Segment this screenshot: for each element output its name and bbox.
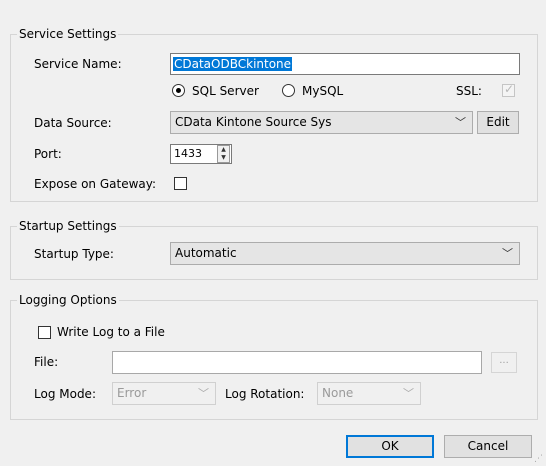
port-input[interactable]: 1433 ▲ ▼ bbox=[170, 144, 232, 164]
sql-server-label[interactable]: SQL Server bbox=[192, 84, 259, 98]
startup-settings-title: Startup Settings bbox=[17, 219, 119, 233]
chevron-down-icon: ﹀ bbox=[403, 387, 414, 400]
service-name-label: Service Name: bbox=[34, 57, 122, 71]
data-source-label: Data Source: bbox=[34, 116, 112, 130]
startup-type-select[interactable]: Automatic ﹀ bbox=[170, 242, 520, 265]
checkmark-icon: ✓ bbox=[504, 82, 515, 96]
expose-gateway-checkbox[interactable] bbox=[174, 177, 187, 190]
log-rotation-select[interactable]: None ﹀ bbox=[317, 382, 421, 405]
expose-gateway-label: Expose on Gateway: bbox=[34, 177, 157, 191]
startup-type-value: Automatic bbox=[175, 246, 237, 260]
log-rotation-label: Log Rotation: bbox=[225, 387, 305, 401]
browse-button[interactable]: ... bbox=[491, 352, 517, 373]
port-value: 1433 bbox=[174, 147, 202, 160]
chevron-down-icon: ﹀ bbox=[502, 247, 513, 260]
file-input[interactable] bbox=[112, 351, 482, 374]
data-source-value: CData Kintone Source Sys bbox=[175, 115, 332, 129]
service-name-input[interactable]: CDataODBCkintone bbox=[170, 53, 520, 75]
triangle-up-icon[interactable]: ▲ bbox=[218, 146, 229, 154]
write-log-checkbox[interactable] bbox=[38, 326, 51, 339]
sql-server-radio[interactable] bbox=[172, 84, 185, 97]
port-label: Port: bbox=[34, 147, 62, 161]
service-settings-dialog: { "service_settings": { "title": "Servic… bbox=[0, 0, 546, 466]
logging-options-title: Logging Options bbox=[17, 293, 119, 307]
cancel-button[interactable]: Cancel bbox=[444, 435, 532, 458]
resize-grip-icon[interactable]: ⋰ bbox=[534, 454, 544, 464]
service-name-value: CDataODBCkintone bbox=[173, 57, 293, 71]
file-label: File: bbox=[34, 355, 59, 369]
ssl-checkbox[interactable]: ✓ bbox=[502, 82, 515, 97]
mysql-label[interactable]: MySQL bbox=[302, 84, 343, 98]
ok-button[interactable]: OK bbox=[346, 435, 434, 458]
log-mode-select[interactable]: Error ﹀ bbox=[112, 382, 216, 405]
triangle-down-icon[interactable]: ▼ bbox=[218, 154, 229, 162]
service-settings-title: Service Settings bbox=[17, 27, 119, 41]
log-mode-value: Error bbox=[117, 386, 147, 400]
mysql-radio[interactable] bbox=[282, 84, 295, 97]
log-mode-label: Log Mode: bbox=[34, 387, 96, 401]
data-source-select[interactable]: CData Kintone Source Sys ﹀ bbox=[170, 111, 473, 134]
edit-button[interactable]: Edit bbox=[477, 111, 519, 134]
port-stepper[interactable]: ▲ ▼ bbox=[217, 145, 230, 163]
chevron-down-icon: ﹀ bbox=[455, 116, 466, 129]
ssl-label: SSL: bbox=[456, 84, 482, 98]
chevron-down-icon: ﹀ bbox=[198, 387, 209, 400]
startup-type-label: Startup Type: bbox=[34, 247, 114, 261]
log-rotation-value: None bbox=[322, 386, 354, 400]
write-log-label[interactable]: Write Log to a File bbox=[57, 325, 165, 339]
